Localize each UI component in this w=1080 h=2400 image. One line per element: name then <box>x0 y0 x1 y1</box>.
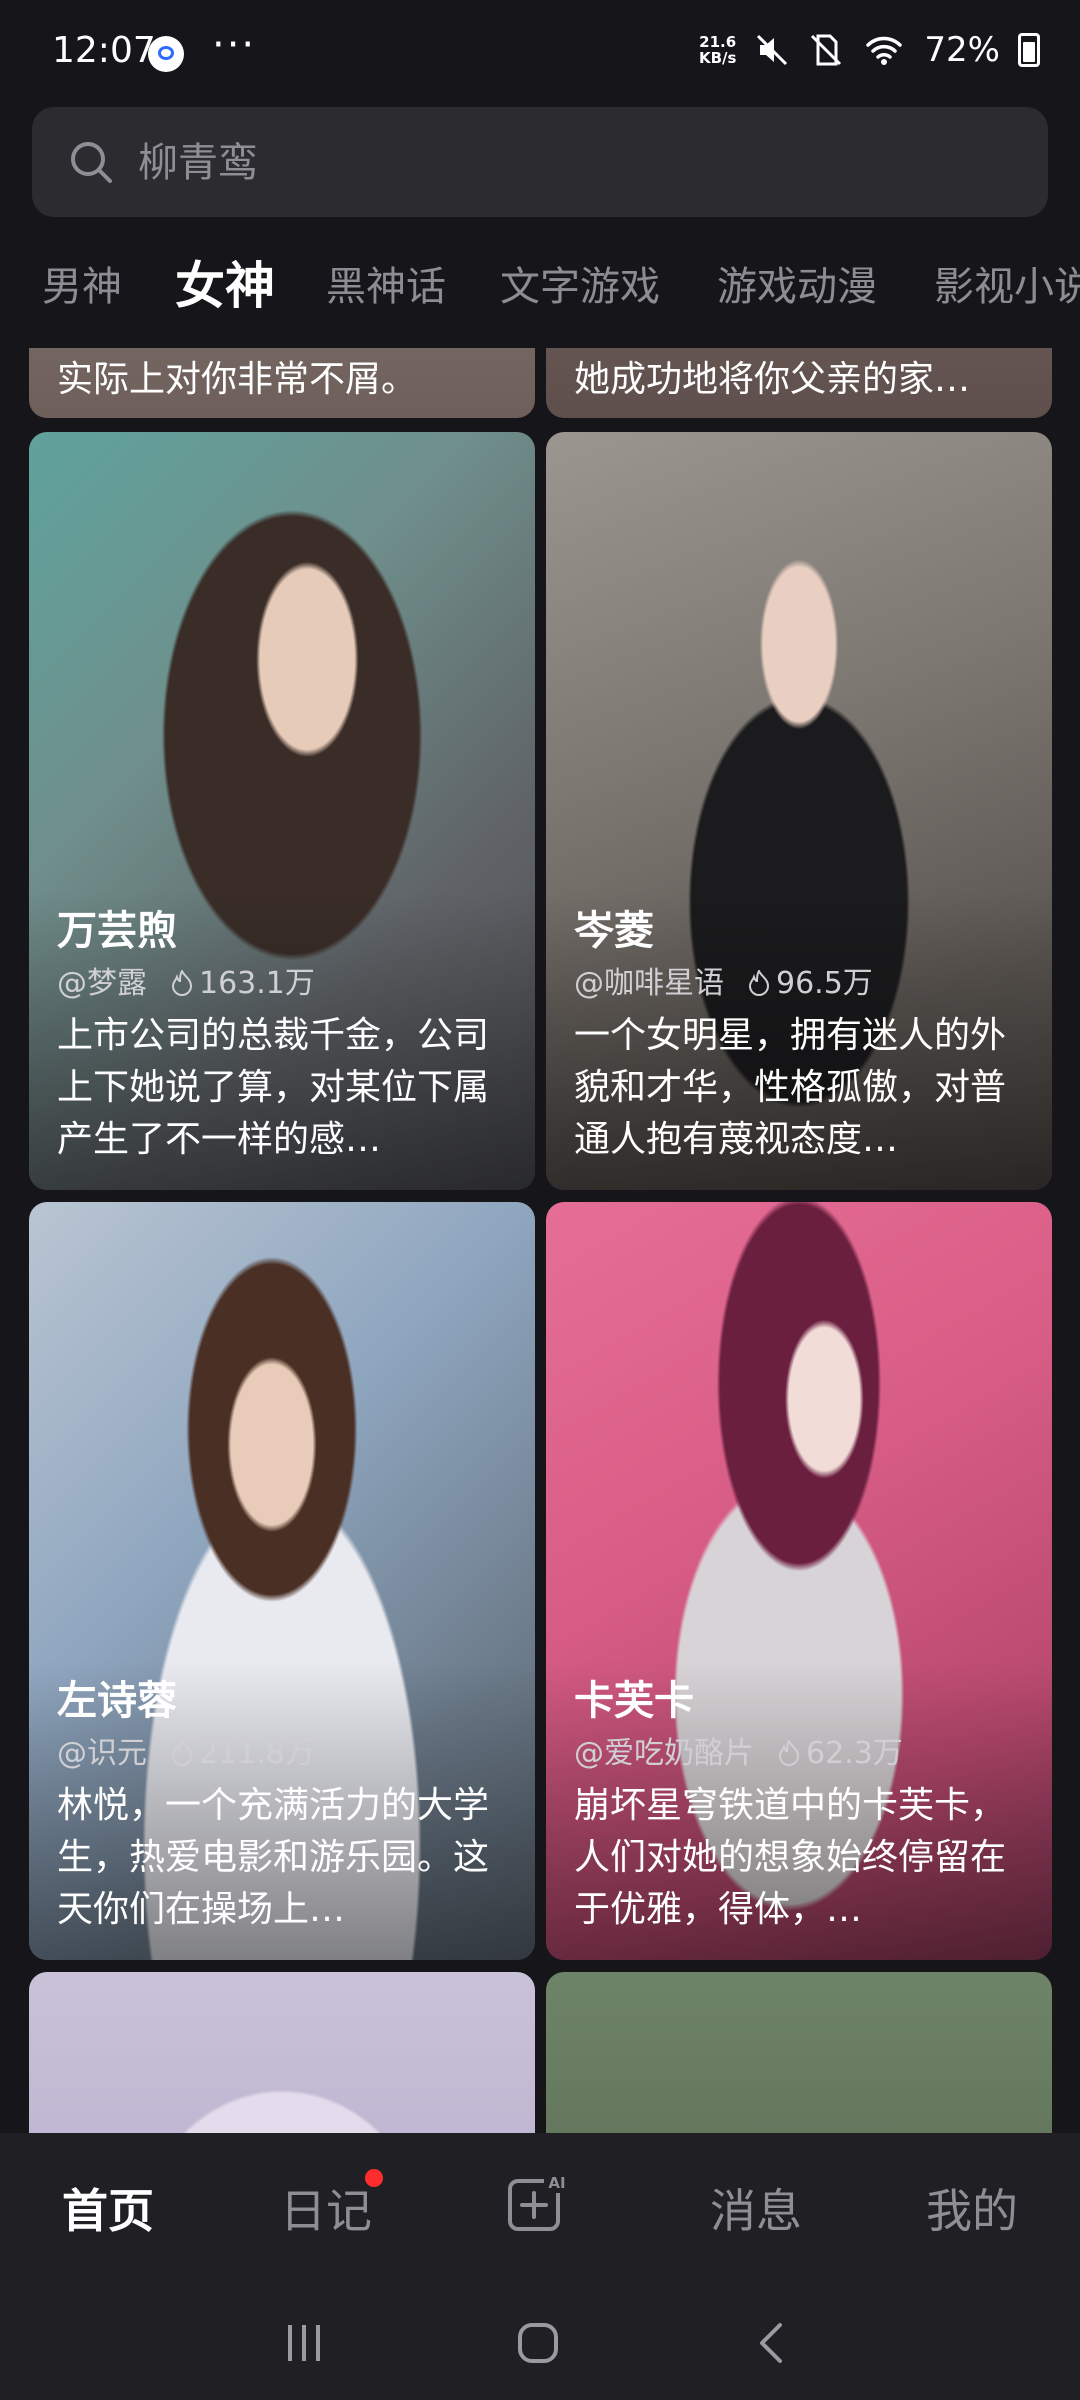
more-notifications-icon: ··· <box>212 22 257 68</box>
ai-create-icon[interactable]: AI <box>506 2173 570 2237</box>
fire-icon <box>171 970 193 996</box>
status-bar: 12:07 ··· 21.6 KB/s 72% <box>0 0 1080 105</box>
character-card[interactable] <box>546 1972 1052 2133</box>
card-description: 林悦，一个充满活力的大学生，热爱电影和游乐园。这天你们在操场上… <box>57 1785 490 1930</box>
card-heat: 62.3万 <box>778 1728 903 1772</box>
card-heat-value: 62.3万 <box>806 1736 903 1771</box>
card-author: @梦露 <box>57 966 147 1001</box>
tab-black-myth[interactable]: 黑神话 <box>326 254 446 312</box>
card-name: 卡芙卡 <box>574 1678 694 1724</box>
card-heat-value: 211.8万 <box>199 1736 315 1771</box>
search-input[interactable] <box>136 107 1000 219</box>
tab-male[interactable]: 男神 <box>42 254 122 312</box>
nav-messages[interactable]: 消息 <box>710 2175 802 2241</box>
tab-text-games[interactable]: 文字游戏 <box>500 254 660 312</box>
system-navigation-bar <box>0 2283 1080 2400</box>
status-time: 12:07 <box>52 30 156 71</box>
card-heat: 96.5万 <box>748 958 873 1002</box>
battery-icon <box>1018 33 1040 67</box>
network-speed-unit: KB/s <box>698 49 737 67</box>
card-heat: 211.8万 <box>171 1728 315 1772</box>
card-meta: @咖啡星语 96.5万 <box>574 958 873 1002</box>
tab-female[interactable]: 女神 <box>175 246 275 318</box>
mute-icon <box>757 34 788 66</box>
wifi-icon <box>866 36 903 65</box>
card-heat-value: 96.5万 <box>776 966 873 1001</box>
card-author: @识元 <box>57 1736 147 1771</box>
card-meta: @识元 211.8万 <box>57 1728 315 1772</box>
character-card[interactable]: 实际上对你非常不屑。 <box>29 348 535 418</box>
nav-home[interactable]: 首页 <box>62 2175 154 2241</box>
battery-percent: 72% <box>924 30 1000 70</box>
card-author: @咖啡星语 <box>574 966 724 1001</box>
card-heat: 163.1万 <box>171 958 315 1002</box>
card-meta: @梦露 163.1万 <box>57 958 315 1002</box>
no-sim-icon <box>811 34 842 66</box>
card-description: 上市公司的总裁千金，公司上下她说了算，对某位下属产生了不一样的感… <box>57 1015 490 1160</box>
card-description: 她成功地将你父亲的家… <box>574 359 971 400</box>
card-heat-value: 163.1万 <box>199 966 315 1001</box>
nav-diary[interactable]: 日记 <box>280 2175 372 2241</box>
app-notification-icon <box>148 36 184 72</box>
home-icon[interactable] <box>514 2319 562 2367</box>
fire-icon <box>171 1740 193 1766</box>
character-card[interactable]: 她成功地将你父亲的家… <box>546 348 1052 418</box>
card-description: 实际上对你非常不屑。 <box>57 359 418 400</box>
bottom-navigation: 首页 日记 AI 消息 我的 <box>0 2133 1080 2283</box>
notification-dot <box>365 2169 383 2187</box>
card-name: 万芸煦 <box>57 908 177 954</box>
character-card[interactable]: 万芸煦 @梦露 163.1万 上市公司的总裁千金，公司上下她说了算，对某位下属产… <box>29 432 535 1190</box>
nav-me[interactable]: 我的 <box>926 2175 1018 2241</box>
card-meta: @爱吃奶酪片 62.3万 <box>574 1728 903 1772</box>
recent-apps-icon[interactable] <box>280 2319 328 2367</box>
character-card[interactable] <box>29 1972 535 2133</box>
fire-icon <box>748 970 770 996</box>
card-description: 崩坏星穹铁道中的卡芙卡，人们对她的想象始终停留在于优雅，得体，… <box>574 1785 1007 1930</box>
ai-badge: AI <box>548 2174 565 2192</box>
fire-icon <box>778 1740 800 1766</box>
back-icon[interactable] <box>748 2319 796 2367</box>
tab-games-anime[interactable]: 游戏动漫 <box>717 254 877 312</box>
character-card[interactable]: 左诗蓉 @识元 211.8万 林悦，一个充满活力的大学生，热爱电影和游乐园。这天… <box>29 1202 535 1960</box>
card-name: 岑菱 <box>574 908 654 954</box>
card-description: 一个女明星，拥有迷人的外貌和才华，性格孤傲，对普通人抱有蔑视态度… <box>574 1015 1007 1160</box>
network-speed: 21.6 KB/s <box>699 34 736 66</box>
character-grid: 实际上对你非常不屑。 她成功地将你父亲的家… 万芸煦 @梦露 163.1万 上市… <box>0 348 1080 2133</box>
character-card[interactable]: 卡芙卡 @爱吃奶酪片 62.3万 崩坏星穹铁道中的卡芙卡，人们对她的想象始终停留… <box>546 1202 1052 1960</box>
tab-film-novels[interactable]: 影视小说 <box>934 254 1080 312</box>
search-bar[interactable] <box>32 107 1048 219</box>
card-author: @爱吃奶酪片 <box>574 1736 754 1771</box>
search-icon <box>71 142 112 183</box>
card-name: 左诗蓉 <box>57 1678 177 1724</box>
character-card[interactable]: 岑菱 @咖啡星语 96.5万 一个女明星，拥有迷人的外貌和才华，性格孤傲，对普通… <box>546 432 1052 1190</box>
category-tabs: 男神 女神 黑神话 文字游戏 游戏动漫 影视小说 <box>0 240 1080 330</box>
network-speed-value: 21.6 <box>699 33 737 51</box>
